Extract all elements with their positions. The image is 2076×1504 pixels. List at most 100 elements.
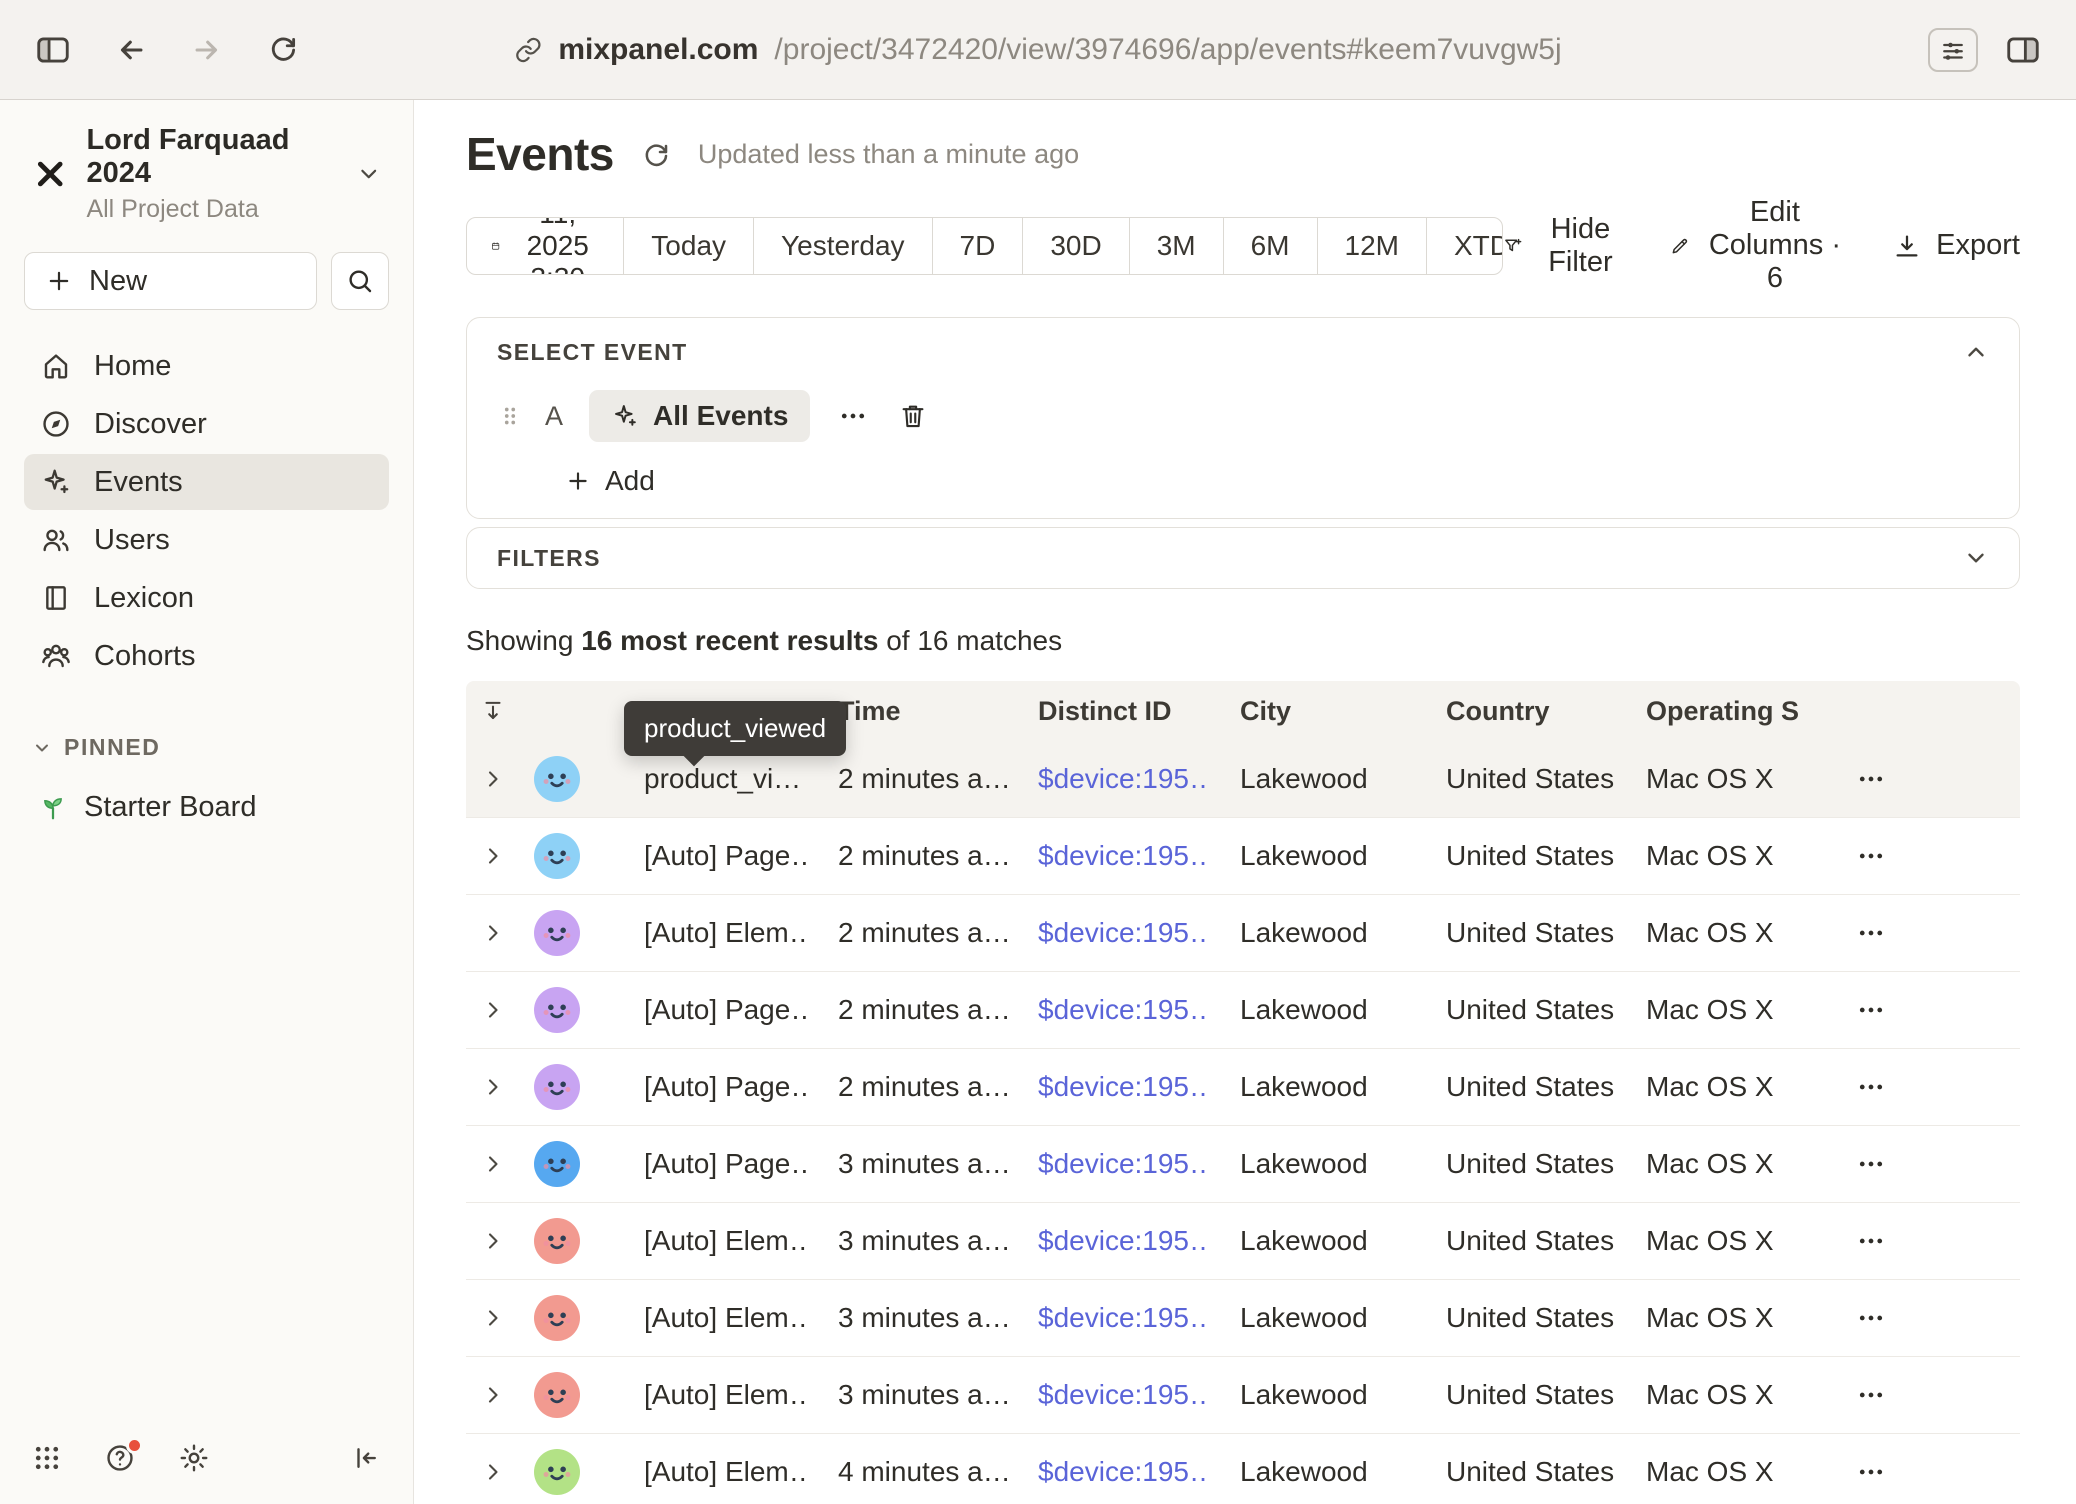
- row-menu-button[interactable]: [1856, 918, 1886, 948]
- split-view-button[interactable]: [2004, 31, 2042, 69]
- search-button[interactable]: [331, 252, 389, 310]
- event-time: 3 minutes a…: [808, 1225, 1008, 1257]
- distinct-id-link[interactable]: $device:195…: [1038, 1302, 1210, 1333]
- event-more-button[interactable]: [838, 401, 868, 431]
- hide-filter-button[interactable]: Hide Filter: [1503, 213, 1623, 279]
- settings-button[interactable]: [178, 1442, 210, 1474]
- collapse-sidebar-button[interactable]: [351, 1443, 381, 1473]
- event-name: [Auto] Elem…: [644, 1225, 808, 1256]
- row-expand-button[interactable]: [481, 1460, 505, 1484]
- reload-button[interactable]: [266, 33, 300, 67]
- pinned-item-starter-board[interactable]: Starter Board: [24, 781, 389, 833]
- sidebar-item-cohorts[interactable]: Cohorts: [24, 628, 389, 684]
- distinct-id-link[interactable]: $device:195…: [1038, 1148, 1210, 1179]
- row-menu-button[interactable]: [1856, 1303, 1886, 1333]
- toolbar: Mar 11, 2025 3:30 pm TodayYesterday7D30D…: [466, 196, 2020, 295]
- distinct-id-column-header: Distinct ID: [1008, 696, 1210, 727]
- distinct-id-link[interactable]: $device:195…: [1038, 840, 1210, 871]
- sidebar-item-users[interactable]: Users: [24, 512, 389, 568]
- row-menu-button[interactable]: [1856, 1226, 1886, 1256]
- distinct-id-link[interactable]: $device:195…: [1038, 994, 1210, 1025]
- forward-button[interactable]: [190, 33, 224, 67]
- city: Lakewood: [1210, 1071, 1416, 1103]
- refresh-button[interactable]: [640, 140, 672, 172]
- row-expand-button[interactable]: [481, 1152, 505, 1176]
- row-expand-button[interactable]: [481, 767, 505, 791]
- event-selector-chip[interactable]: All Events: [589, 390, 810, 442]
- sidebar-item-home[interactable]: Home: [24, 338, 389, 394]
- page-settings-button[interactable]: [1928, 28, 1978, 72]
- distinct-id-link[interactable]: $device:195…: [1038, 1225, 1210, 1256]
- row-menu-button[interactable]: [1856, 841, 1886, 871]
- avatar-face-icon: [534, 910, 580, 956]
- browser-nav-controls: [34, 31, 300, 69]
- range-today[interactable]: Today: [623, 218, 753, 274]
- ellipsis-icon: [1856, 1303, 1886, 1333]
- range-6m[interactable]: 6M: [1223, 218, 1317, 274]
- pinned-section-toggle[interactable]: PINNED: [24, 734, 389, 761]
- range-xtd[interactable]: XTD: [1426, 218, 1503, 274]
- pencil-icon: [1670, 231, 1690, 261]
- range-yesterday[interactable]: Yesterday: [753, 218, 932, 274]
- row-menu-button[interactable]: [1856, 764, 1886, 794]
- row-menu-button[interactable]: [1856, 1149, 1886, 1179]
- avatar-face-icon: [534, 1295, 580, 1341]
- table-row[interactable]: [Auto] Page… 2 minutes a… $device:195… L…: [466, 972, 2020, 1049]
- delete-event-button[interactable]: [898, 401, 928, 431]
- add-event-button[interactable]: Add: [565, 464, 655, 498]
- row-expand-button[interactable]: [481, 844, 505, 868]
- page-settings-icon: [1938, 35, 1968, 65]
- table-row[interactable]: [Auto] Page… 2 minutes a… $device:195… L…: [466, 818, 2020, 895]
- row-menu-button[interactable]: [1856, 995, 1886, 1025]
- project-switcher[interactable]: Lord Farquaad 2024 All Project Data: [24, 114, 389, 234]
- row-expand-button[interactable]: [481, 1075, 505, 1099]
- os: Mac OS X: [1616, 1302, 1822, 1334]
- range-7d[interactable]: 7D: [932, 218, 1023, 274]
- date-picker-button[interactable]: Mar 11, 2025 3:30 pm: [467, 218, 623, 274]
- events-icon: [40, 466, 72, 498]
- row-expand-button[interactable]: [481, 1383, 505, 1407]
- plus-icon: [45, 267, 73, 295]
- pin-rows-button[interactable]: [480, 698, 506, 724]
- table-row[interactable]: [Auto] Elem… 2 minutes a… $device:195… L…: [466, 895, 2020, 972]
- distinct-id-link[interactable]: $device:195…: [1038, 1456, 1210, 1487]
- table-row[interactable]: [Auto] Elem… 4 minutes a… $device:195… L…: [466, 1434, 2020, 1504]
- back-button[interactable]: [114, 33, 148, 67]
- new-button[interactable]: New: [24, 252, 317, 310]
- table-row[interactable]: [Auto] Elem… 3 minutes a… $device:195… L…: [466, 1357, 2020, 1434]
- sidebar-item-discover[interactable]: Discover: [24, 396, 389, 452]
- sidebar-item-events[interactable]: Events: [24, 454, 389, 510]
- distinct-id-link[interactable]: $device:195…: [1038, 917, 1210, 948]
- row-menu-button[interactable]: [1856, 1380, 1886, 1410]
- row-expand-button[interactable]: [481, 1306, 505, 1330]
- expand-filters-button[interactable]: [1963, 545, 1989, 571]
- row-expand-button[interactable]: [481, 921, 505, 945]
- distinct-id-link[interactable]: $device:195…: [1038, 763, 1210, 794]
- row-expand-button[interactable]: [481, 998, 505, 1022]
- row-menu-button[interactable]: [1856, 1072, 1886, 1102]
- event-time: 2 minutes a…: [808, 840, 1008, 872]
- distinct-id-link[interactable]: $device:195…: [1038, 1379, 1210, 1410]
- table-row[interactable]: [Auto] Elem… 3 minutes a… $device:195… L…: [466, 1280, 2020, 1357]
- url-bar[interactable]: mixpanel.com/project/3472420/view/397469…: [514, 33, 1561, 67]
- apps-button[interactable]: [32, 1443, 62, 1473]
- export-button[interactable]: Export: [1892, 229, 2020, 262]
- row-expand-button[interactable]: [481, 1229, 505, 1253]
- city-column-header: City: [1210, 696, 1416, 727]
- distinct-id-link[interactable]: $device:195…: [1038, 1071, 1210, 1102]
- avatar: [534, 1064, 580, 1110]
- table-row[interactable]: [Auto] Elem… 3 minutes a… $device:195… L…: [466, 1203, 2020, 1280]
- range-30d[interactable]: 30D: [1022, 218, 1128, 274]
- edit-columns-button[interactable]: Edit Columns · 6: [1670, 196, 1846, 295]
- table-row[interactable]: [Auto] Page… 2 minutes a… $device:195… L…: [466, 1049, 2020, 1126]
- range-12m[interactable]: 12M: [1317, 218, 1426, 274]
- country: United States: [1416, 763, 1616, 795]
- table-row[interactable]: [Auto] Page… 3 minutes a… $device:195… L…: [466, 1126, 2020, 1203]
- sidebar-item-lexicon[interactable]: Lexicon: [24, 570, 389, 626]
- drag-handle[interactable]: [497, 403, 523, 429]
- range-3m[interactable]: 3M: [1129, 218, 1223, 274]
- collapse-section-button[interactable]: [1963, 339, 1989, 365]
- new-button-label: New: [89, 265, 147, 298]
- row-menu-button[interactable]: [1856, 1457, 1886, 1487]
- browser-sidebar-toggle-button[interactable]: [34, 31, 72, 69]
